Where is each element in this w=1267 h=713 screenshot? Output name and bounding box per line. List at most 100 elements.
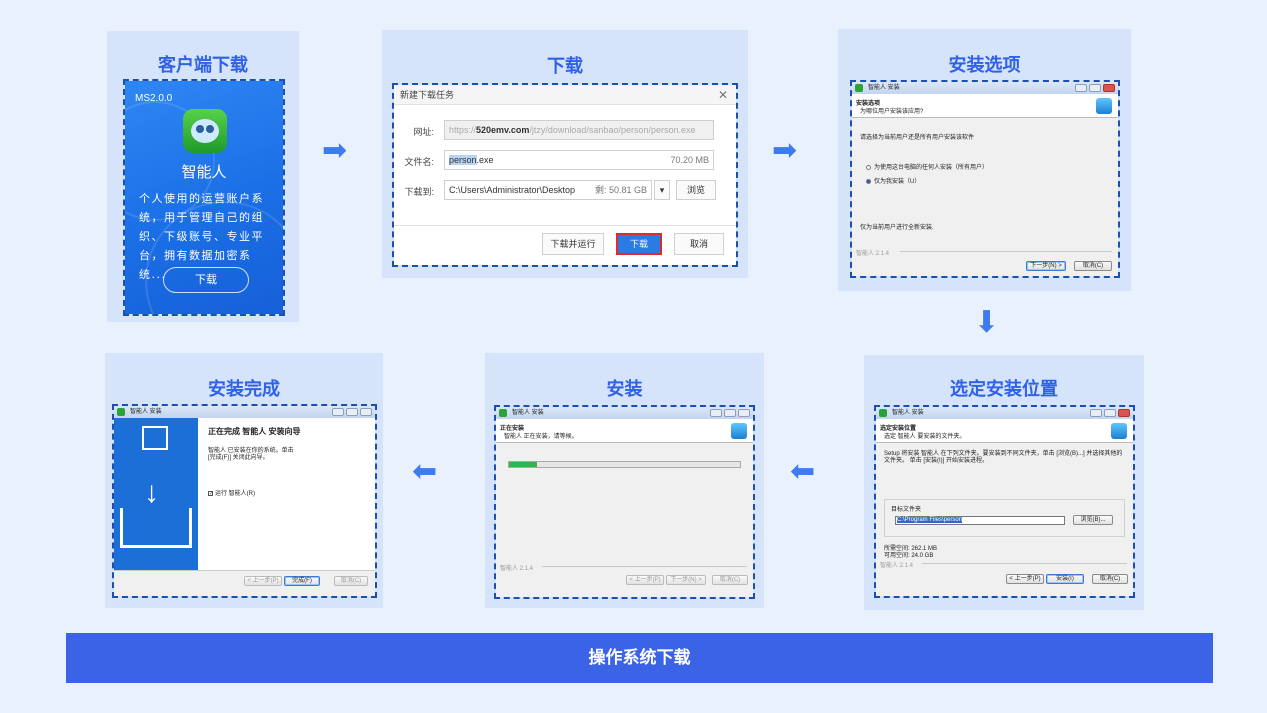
close-icon[interactable]: ✕ [718,85,728,105]
installer-window: 智能人 安装 正在安装 智能人 正在安装，请等候。 智能人 2.1.4 < 上一… [496,407,753,597]
brand-label: 智能人 2.1.4 [880,563,914,569]
minimize-icon[interactable] [1090,409,1102,417]
version-label: MS2.0.0 [135,93,173,104]
download-dialog-frame: 新建下载任务 ✕ 网址: https://520emv.com/jtzy/dow… [392,83,738,267]
saveto-field[interactable]: C:\Users\Administrator\Desktop 剩: 50.81 … [444,180,652,200]
installer-window: 智能人 安装 ↓ 正在完成 智能人 安装向导 智能人 已安装在你的系统。单击 [… [114,406,375,596]
window-controls[interactable] [710,409,750,417]
window-controls[interactable] [1075,84,1115,92]
app-logo-icon [1096,98,1112,114]
window-title: 智能人 安装 [892,410,924,416]
run-app-checkbox[interactable]: ✓ 运行 智能人(R) [208,488,255,497]
dialog-title: 新建下载任务 [400,90,455,100]
card-choose-location: 选定安装位置 智能人 安装 选定安装位置 选定 智能人 要安装的文件夹。 Set… [864,355,1144,610]
filename-field[interactable]: person.exe 70.20 MB [444,150,714,170]
phone-screen: MS2.0.0 智能人 个人使用的运营账户系统，用于管理自己的组织、下级账号、专… [125,81,283,314]
wizard-header: 正在安装 智能人 正在安装，请等候。 [496,419,753,443]
option-current-user[interactable]: 仅为我安装（U） [866,176,920,185]
saveto-row: 下载到: C:\Users\Administrator\Desktop 剩: 5… [394,180,736,202]
url-field[interactable]: https://520emv.com/jtzy/download/sanbao/… [444,120,714,140]
card-install-options: 安装选项 智能人 安装 安装选项 为哪位用户安装该应用? 请选择为当前用户还是所… [838,29,1131,291]
arrow-left-icon: ⬅ [412,454,438,489]
cancel-button[interactable]: 取消 [674,233,724,255]
next-button[interactable]: 下一步(N) > [1026,261,1066,271]
next-button[interactable]: 下一步(N) > [666,575,706,585]
close-icon[interactable] [738,409,750,417]
run-app-label: 运行 智能人(R) [215,491,255,497]
minimize-icon[interactable] [1075,84,1087,92]
wizard-header: 选定安装位置 选定 智能人 要安装的文件夹。 [876,419,1133,443]
url-row: 网址: https://520emv.com/jtzy/download/san… [394,120,736,142]
card-title: 安装 [606,379,643,400]
cancel-button[interactable]: 取消(C) [334,576,368,586]
checkbox-icon[interactable]: ✓ [208,490,213,496]
option-all-users[interactable]: 为使用这台电脑的任何人安装（所有用户） [866,162,988,171]
dialog-header: 新建下载任务 ✕ [394,85,736,105]
card-title: 安装完成 [208,379,280,400]
download-dialog: 新建下载任务 ✕ 网址: https://520emv.com/jtzy/dow… [394,85,736,265]
download-button[interactable]: 下载 [616,233,662,255]
card-installing: 安装 智能人 安装 正在安装 智能人 正在安装，请等候。 智能人 2.1.4 <… [485,353,764,608]
divider [922,563,1127,564]
cancel-button[interactable]: 取消(C) [712,575,748,585]
close-icon[interactable] [1103,84,1115,92]
window-titlebar: 智能人 安装 [852,82,1118,94]
divider [900,251,1112,252]
minimize-icon[interactable] [332,408,344,416]
window-controls[interactable] [1090,409,1130,417]
installer-window: 智能人 安装 安装选项 为哪位用户安装该应用? 请选择为当前用户还是所有用户安装… [852,82,1118,276]
folder-path-input[interactable]: C:\Program Files\person [895,516,1065,525]
back-button[interactable]: < 上一步(P) [626,575,664,585]
download-button[interactable]: 下载 [163,267,249,293]
arrow-down-icon: ↓ [144,476,159,509]
download-and-run-button[interactable]: 下载并运行 [542,233,604,255]
maximize-icon[interactable] [346,408,358,416]
minimize-icon[interactable] [710,409,722,417]
browse-button[interactable]: 浏览(B)... [1073,515,1113,525]
app-icon [879,409,887,417]
window-title: 智能人 安装 [868,85,900,91]
option-me-label: 仅为我安装（U） [874,179,921,185]
filename-selected: person [449,155,477,165]
close-icon[interactable] [360,408,372,416]
window-title: 智能人 安装 [130,409,162,415]
browse-button[interactable]: 浏览 [676,180,716,200]
cancel-button[interactable]: 取消(C) [1092,574,1128,584]
url-path: /jtzy/download/sanbao/person/person.exe [529,125,696,135]
window-titlebar: 智能人 安装 [876,407,1133,419]
maximize-icon[interactable] [1104,409,1116,417]
cancel-button[interactable]: 取消(C) [1074,261,1112,271]
arrow-down-icon: ⬇ [974,305,1000,340]
window-title: 智能人 安装 [512,410,544,416]
close-icon[interactable] [1118,409,1130,417]
option-all-label: 为使用这台电脑的任何人安装（所有用户） [874,165,989,171]
app-name: 智能人 [181,163,227,181]
divider [542,566,747,567]
install-download-icon [120,508,192,548]
maximize-icon[interactable] [1089,84,1101,92]
window-controls[interactable] [332,408,372,416]
header-subtitle: 选定 智能人 要安装的文件夹。 [884,434,966,440]
progress-bar [508,461,741,468]
finish-button[interactable]: 完成(F) [284,576,320,586]
url-prefix: https:// [449,125,477,135]
back-button[interactable]: < 上一步(P) [1006,574,1044,584]
app-icon [499,409,507,417]
back-button[interactable]: < 上一步(P) [244,576,282,586]
card-title: 下载 [547,56,583,77]
url-domain: 520emv.com [476,125,530,135]
chevron-down-icon[interactable]: ▾ [654,180,670,200]
free-space: 剩: 50.81 GB [594,185,647,195]
installer-frame: 智能人 安装 选定安装位置 选定 智能人 要安装的文件夹。 Setup 将安装 … [874,405,1135,598]
logo-icon [142,426,168,450]
radio-icon[interactable] [866,178,871,184]
progress-fill [509,462,537,467]
installer-frame: 智能人 安装 ↓ 正在完成 智能人 安装向导 智能人 已安装在你的系统。单击 [… [112,404,377,598]
radio-icon[interactable] [866,164,871,170]
maximize-icon[interactable] [724,409,736,417]
folder-path-text: C:\Program Files\person [897,517,963,523]
saveto-label: 下载到: [404,187,434,197]
filename-label: 文件名: [404,157,434,167]
card-complete: 安装完成 智能人 安装 ↓ 正在完成 智能人 安装向导 智能人 已安装在你的系统… [105,353,383,608]
install-button[interactable]: 安装(I) [1046,574,1084,584]
